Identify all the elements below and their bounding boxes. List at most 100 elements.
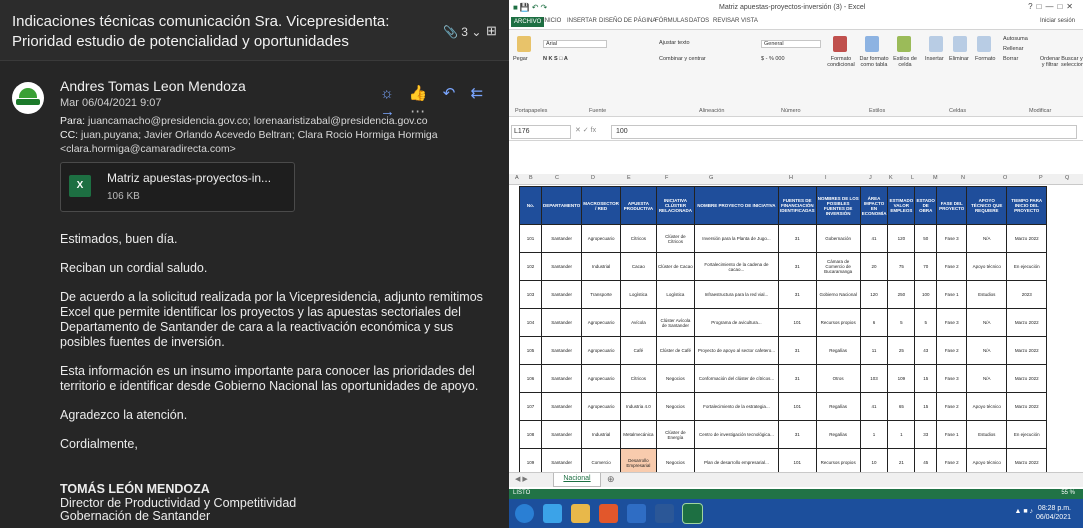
table-cell[interactable]: Santander <box>540 336 583 365</box>
fx-icon[interactable]: ✕ ✓ fx <box>575 126 596 134</box>
sort-filter-button[interactable]: Ordenar y filtrar <box>1039 56 1061 68</box>
table-cell[interactable]: Recursos propios <box>815 308 861 337</box>
find-select-button[interactable]: Buscar y seleccionar <box>1061 56 1083 68</box>
table-cell[interactable]: N/A <box>966 308 1008 337</box>
autosum-button[interactable]: Autosuma <box>1003 36 1028 42</box>
column-header[interactable]: M <box>933 175 938 181</box>
table-cell[interactable]: En ejecución <box>1006 252 1048 281</box>
start-icon[interactable] <box>515 504 534 523</box>
table-cell[interactable]: 104 <box>519 308 542 337</box>
table-cell[interactable]: Estudios <box>966 280 1008 309</box>
tab-datos[interactable]: DATOS <box>689 18 709 24</box>
tab-formulas[interactable]: FÓRMULAS <box>655 18 688 24</box>
table-cell[interactable]: 33 <box>914 420 938 449</box>
reply-all-icon[interactable]: ⇇ <box>471 84 484 102</box>
sheet-tab-nacional[interactable]: Nacional <box>553 473 601 487</box>
table-cell[interactable]: Clúster Avícola de Santander <box>655 308 695 337</box>
table-cell[interactable]: Industrial <box>581 420 621 449</box>
tab-inicio[interactable]: INICIO <box>543 18 561 24</box>
table-cell[interactable]: Centro de investigación tecnológica... <box>693 420 779 449</box>
table-cell[interactable]: Clúster de Cítricos <box>655 224 695 253</box>
table-cell[interactable]: Conformación del clúster de cítricos... <box>693 364 779 393</box>
table-cell[interactable]: Cítricos <box>619 364 657 393</box>
reply-icon[interactable]: ↶ <box>443 84 456 102</box>
formula-input[interactable]: 100 <box>611 125 1077 139</box>
to-recipients[interactable]: juancamacho@presidencia.gov.co; lorenaar… <box>88 115 428 127</box>
table-cell[interactable]: 100 <box>914 280 938 309</box>
table-cell[interactable]: Santander <box>540 224 583 253</box>
table-cell[interactable]: Regalías <box>815 336 861 365</box>
bold-button[interactable]: N K S □ A <box>543 56 568 62</box>
number-format-select[interactable]: General <box>761 40 821 48</box>
table-cell[interactable]: En ejecución <box>1006 420 1048 449</box>
table-header-cell[interactable]: NOMBRES DE LOS POSIBLES FUENTES DE INVER… <box>815 186 861 225</box>
office-icon[interactable] <box>599 504 618 523</box>
table-cell[interactable]: 106 <box>519 364 542 393</box>
cell-styles-icon[interactable] <box>897 36 911 52</box>
paste-button[interactable]: Pegar <box>513 56 528 62</box>
column-header[interactable]: L <box>911 175 914 181</box>
table-cell[interactable]: Regalías <box>815 420 861 449</box>
table-cell[interactable]: Fortalecimiento de la cadena de cacao... <box>693 252 779 281</box>
table-cell[interactable]: Cítricos <box>619 224 657 253</box>
sheet-nav-icon[interactable]: ◀ ▶ <box>515 475 528 483</box>
font-select[interactable]: Arial <box>543 40 607 48</box>
table-header-cell[interactable]: INICIATIVA CLÚSTER RELACIONADA <box>655 186 695 225</box>
table-cell[interactable]: Fase 3 <box>936 308 968 337</box>
clock[interactable]: 08:28 p.m. 06/04/2021 <box>1036 504 1071 522</box>
insert-button[interactable]: Insertar <box>925 56 944 62</box>
table-cell[interactable]: 101 <box>777 392 817 421</box>
table-cell[interactable]: Café <box>619 336 657 365</box>
table-cell[interactable]: Industria 4.0 <box>619 392 657 421</box>
table-cell[interactable]: Apoyo técnico <box>966 392 1008 421</box>
table-cell[interactable]: Cacao <box>619 252 657 281</box>
table-header-cell[interactable]: MACROSECTOR / RED <box>581 186 621 225</box>
system-tray[interactable]: ▲ ■ ♪ <box>1014 508 1033 515</box>
column-header[interactable]: O <box>1003 175 1007 181</box>
table-cell[interactable]: 107 <box>519 392 542 421</box>
tab-revisar[interactable]: REVISAR <box>713 18 739 24</box>
delete-cells-icon[interactable] <box>953 36 967 52</box>
table-cell[interactable]: Infraestructura para la red vial... <box>693 280 779 309</box>
table-cell[interactable]: Agropecuario <box>581 392 621 421</box>
table-cell[interactable]: 108 <box>519 420 542 449</box>
table-cell[interactable]: Santander <box>540 392 583 421</box>
table-cell[interactable]: 11 <box>859 336 889 365</box>
format-cells-icon[interactable] <box>977 36 991 52</box>
table-cell[interactable]: Clúster de Energía <box>655 420 695 449</box>
table-cell[interactable]: N/A <box>966 336 1008 365</box>
table-cell[interactable]: 1 <box>859 420 889 449</box>
cc-recipients[interactable]: juan.puyana; Javier Orlando Acevedo Belt… <box>60 129 438 155</box>
attachment-count[interactable]: 📎 3 ⌄ <box>443 25 481 39</box>
table-cell[interactable]: 1 <box>887 420 916 449</box>
table-cell[interactable]: 41 <box>859 224 889 253</box>
column-header[interactable]: A <box>515 175 519 181</box>
tab-insertar[interactable]: INSERTAR <box>567 18 597 24</box>
table-cell[interactable]: Marzo 2022 <box>1006 336 1048 365</box>
table-cell[interactable]: Avícola <box>619 308 657 337</box>
column-header[interactable]: K <box>889 175 893 181</box>
table-cell[interactable]: Regalías <box>815 392 861 421</box>
tab-diseno[interactable]: DISEÑO DE PÁGINA <box>599 18 656 24</box>
ie-icon[interactable] <box>543 504 562 523</box>
table-header-cell[interactable]: DEPARTAMENTO <box>540 186 583 225</box>
table-cell[interactable]: 25 <box>887 336 916 365</box>
table-cell[interactable]: Fase 3 <box>936 364 968 393</box>
table-header-cell[interactable]: ESTADO DE OBRA <box>914 186 938 225</box>
table-cell[interactable]: 2023 <box>1006 280 1048 309</box>
table-cell[interactable]: 70 <box>914 252 938 281</box>
add-sheet-icon[interactable]: ⊕ <box>607 474 615 485</box>
table-cell[interactable]: Gobernación <box>815 224 861 253</box>
table-cell[interactable]: 31 <box>777 336 817 365</box>
column-header[interactable]: D <box>591 175 595 181</box>
table-cell[interactable]: Clúster de Café <box>655 336 695 365</box>
number-format-buttons[interactable]: $ - % 000 <box>761 56 785 62</box>
table-cell[interactable]: Agropecuario <box>581 308 621 337</box>
table-cell[interactable]: 31 <box>777 252 817 281</box>
conditional-format-icon[interactable] <box>833 36 847 52</box>
table-cell[interactable]: Logística <box>619 280 657 309</box>
explorer-icon[interactable] <box>571 504 590 523</box>
table-cell[interactable]: Agropecuario <box>581 336 621 365</box>
table-cell[interactable]: Otros <box>815 364 861 393</box>
cell-styles-button[interactable]: Estilos de celda <box>891 56 919 68</box>
